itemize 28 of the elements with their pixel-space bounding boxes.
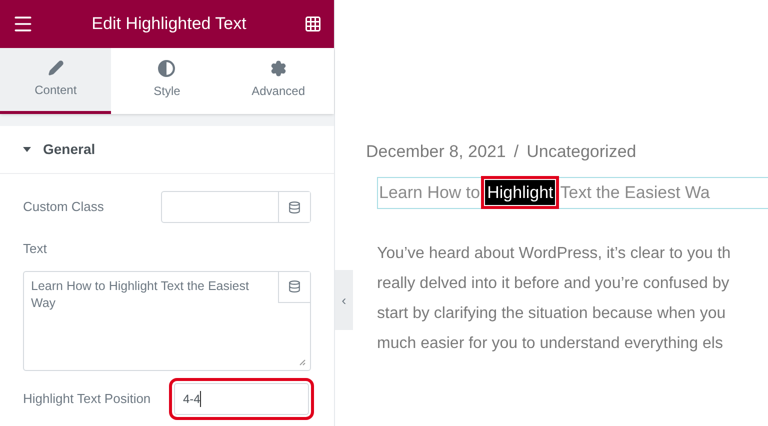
highlighted-word: Highlight — [485, 180, 556, 206]
panel-tab[interactable]: Style — [111, 48, 223, 114]
collapse-panel-button[interactable]: ‹ — [335, 270, 353, 330]
panel-title: Edit Highlighted Text — [92, 13, 246, 36]
panel-tab[interactable]: Advanced — [222, 48, 334, 114]
section-header[interactable]: General — [0, 126, 334, 174]
contrast-icon — [158, 60, 176, 76]
panel-tab[interactable]: Content — [0, 48, 112, 114]
dynamic-tags-button[interactable] — [278, 272, 310, 302]
title-text: Text the Easiest Wa — [560, 182, 710, 204]
field-label: Text — [23, 240, 48, 258]
apps-grid-icon[interactable] — [304, 15, 322, 33]
gear-icon — [270, 60, 287, 76]
pencil-icon — [48, 60, 64, 76]
database-icon — [288, 200, 301, 214]
resize-handle-icon[interactable] — [299, 358, 306, 366]
text-field[interactable] — [161, 191, 311, 223]
post-date: December 8, 2021 — [366, 141, 506, 163]
separator: / — [514, 141, 519, 163]
text-area[interactable]: Learn How to Highlight Text the Easiest Way — [23, 270, 311, 370]
post-paragraph: You’ve heard about WordPress, it’s clear to you th really delved into it before and you’re confused by start by clarifying the situation because when you much easier for you to understand everything els — [377, 244, 732, 354]
dynamic-tags-button[interactable] — [278, 192, 310, 222]
field-label: Highlight Text Position — [23, 390, 151, 408]
field-label: Custom Class — [23, 198, 104, 216]
database-icon — [288, 280, 301, 293]
title-text: Learn How to — [379, 182, 480, 204]
caret-icon — [23, 147, 31, 152]
post-category[interactable]: Uncategorized — [526, 139, 636, 164]
